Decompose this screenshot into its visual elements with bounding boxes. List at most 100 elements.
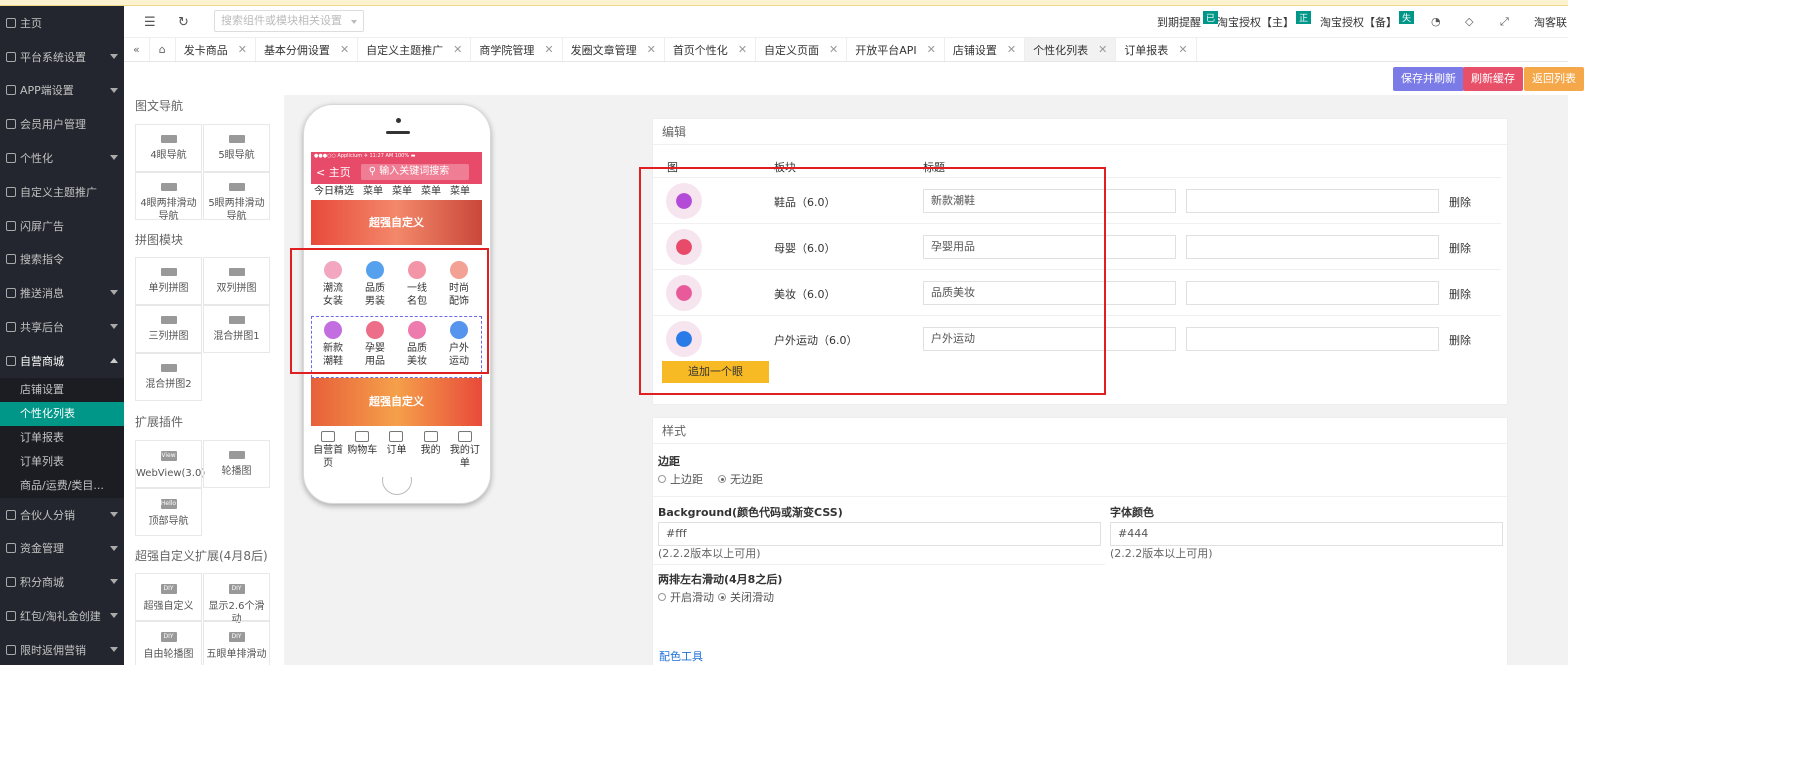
sidebar-item[interactable]: 资金管理 (0, 532, 124, 566)
expire-reminder[interactable]: 到期提醒已 (1157, 11, 1219, 30)
refresh-icon[interactable]: ↻ (178, 15, 189, 30)
phone-tab-item[interactable]: 我的订单 (448, 429, 482, 477)
close-icon[interactable]: ✕ (1098, 43, 1107, 56)
close-icon[interactable]: ✕ (238, 43, 247, 56)
sidebar-item[interactable]: 自定义主题推广 (0, 175, 124, 209)
component-item[interactable]: 双列拼图 (203, 257, 270, 305)
page-tab[interactable]: 自定义主题推广 ✕ (358, 38, 472, 61)
close-icon[interactable]: ✕ (453, 43, 462, 56)
component-item[interactable]: 5眼两排滑动导航 (203, 172, 270, 222)
sidebar-item[interactable]: APP端设置 (0, 74, 124, 108)
component-search-select[interactable]: 搜索组件或模块相关设置 (214, 10, 364, 32)
sidebar-item[interactable]: 共享后台 (0, 310, 124, 344)
menu-toggle-icon[interactable]: ☰ (144, 15, 156, 30)
tabs-scroll-left-icon[interactable]: « (124, 38, 150, 61)
component-item[interactable]: DIY 五眼单排滑动 (203, 621, 270, 665)
sidebar-item[interactable]: 主页 (0, 6, 124, 40)
page-tab[interactable]: 基本分佣设置 ✕ (256, 38, 359, 61)
row-delete-link[interactable]: 删除 (1449, 332, 1471, 348)
row-delete-link[interactable]: 删除 (1449, 194, 1471, 210)
phone-category-item[interactable]: 菜单 (363, 184, 383, 200)
font-color-input[interactable]: #444 (1110, 522, 1503, 546)
page-tab[interactable]: 开放平台API ✕ (847, 38, 945, 61)
home-tab-icon[interactable]: ⌂ (150, 38, 176, 61)
radio-scroll-on[interactable]: 开启滑动 (658, 589, 714, 605)
close-icon[interactable]: ✕ (1178, 43, 1187, 56)
phone-back-link[interactable]: < 主页 (316, 164, 351, 180)
component-item[interactable]: 4眼导航 (135, 124, 202, 172)
phone-category-item[interactable]: 菜单 (392, 184, 412, 200)
theme-icon[interactable]: ◔ (1431, 15, 1441, 28)
phone-search-box[interactable]: ⚲ 输入关键词搜索 (360, 164, 469, 180)
page-tab[interactable]: 店铺设置 ✕ (945, 38, 1026, 61)
sidebar-item[interactable]: 平台系统设置 (0, 40, 124, 74)
component-item[interactable]: 混合拼图1 (203, 305, 270, 353)
sidebar-subitem[interactable]: 店铺设置 (0, 378, 124, 402)
sidebar-subitem[interactable]: 订单报表 (0, 426, 124, 450)
component-item[interactable]: 轮播图 (203, 440, 270, 488)
taobao-auth-main[interactable]: 淘宝授权【主】正 (1217, 11, 1312, 30)
page-tab[interactable]: 自定义页面 ✕ (756, 38, 848, 61)
page-tab[interactable]: 商学院管理 ✕ (471, 38, 563, 61)
phone-category-item[interactable]: 今日精选 (314, 184, 354, 200)
component-item[interactable]: 混合拼图2 (135, 353, 202, 401)
phone-tab-item[interactable]: 订单 (379, 429, 413, 477)
refresh-cache-button[interactable]: 刷新缓存 (1463, 67, 1523, 91)
close-icon[interactable]: ✕ (544, 43, 553, 56)
sidebar-item[interactable]: 积分商城 (0, 565, 124, 599)
phone-banner-top[interactable]: 超强自定义 (311, 200, 482, 245)
component-item[interactable]: View WebView(3.0) (135, 440, 205, 488)
phone-banner-bottom[interactable]: 超强自定义 (311, 378, 482, 426)
back-list-button[interactable]: 返回列表 (1524, 67, 1584, 91)
page-tab[interactable]: 发圈文章管理 ✕ (563, 38, 665, 61)
background-input[interactable]: #fff (658, 522, 1101, 546)
row-extra-input[interactable] (1186, 235, 1439, 259)
component-item[interactable]: DIY 自由轮播图 (135, 621, 202, 665)
close-icon[interactable]: ✕ (1007, 43, 1016, 56)
sidebar-subitem[interactable]: 商品/运费/类目... (0, 474, 124, 498)
page-tab[interactable]: 发卡商品 ✕ (176, 38, 256, 61)
radio-margin-none[interactable]: 无边距 (718, 471, 763, 487)
color-tool-link[interactable]: 配色工具 (659, 648, 703, 664)
close-icon[interactable]: ✕ (927, 43, 936, 56)
component-item[interactable]: DIY 超强自定义 (135, 573, 202, 621)
sidebar-item[interactable]: 合伙人分销 (0, 498, 124, 532)
sidebar-item[interactable]: 搜索指令 (0, 243, 124, 277)
close-icon[interactable]: ✕ (340, 43, 349, 56)
close-icon[interactable]: ✕ (647, 43, 656, 56)
phone-category-item[interactable]: 菜单 (421, 184, 441, 200)
fullscreen-icon[interactable]: ⤢ (1500, 15, 1509, 29)
component-item[interactable]: DIY 显示2.6个滑动 (203, 573, 270, 625)
component-item[interactable]: 单列拼图 (135, 257, 202, 305)
taobao-auth-backup[interactable]: 淘宝授权【备】失 (1320, 11, 1415, 30)
component-item[interactable]: 4眼两排滑动导航 (135, 172, 202, 222)
radio-scroll-off[interactable]: 关闭滑动 (718, 589, 774, 605)
page-tab[interactable]: 个性化列表 ✕ (1025, 38, 1117, 61)
phone-category-item[interactable]: 菜单 (450, 184, 470, 200)
phone-tab-item[interactable]: 我的 (414, 429, 448, 477)
row-delete-link[interactable]: 删除 (1449, 240, 1471, 256)
sidebar-item[interactable]: 限时返佣营销 (0, 633, 124, 665)
close-icon[interactable]: ✕ (738, 43, 747, 56)
sidebar-item[interactable]: 红包/淘礼金创建 (0, 599, 124, 633)
component-item[interactable]: 三列拼图 (135, 305, 202, 353)
row-delete-link[interactable]: 删除 (1449, 286, 1471, 302)
account-name[interactable]: 淘客联 (1534, 14, 1567, 30)
radio-margin-top[interactable]: 上边距 (658, 471, 703, 487)
tag-icon[interactable]: ◇ (1465, 15, 1473, 28)
row-extra-input[interactable] (1186, 327, 1439, 351)
sidebar-item[interactable]: 会员用户管理 (0, 107, 124, 141)
page-tab[interactable]: 订单报表 ✕ (1116, 38, 1197, 61)
save-refresh-button[interactable]: 保存并刷新 (1393, 67, 1464, 91)
sidebar-item[interactable]: 推送消息 (0, 276, 124, 310)
row-extra-input[interactable] (1186, 281, 1439, 305)
phone-tab-item[interactable]: 自营首页 (311, 429, 345, 477)
component-item[interactable]: 5眼导航 (203, 124, 270, 172)
component-item[interactable]: Hello 顶部导航 (135, 488, 202, 536)
sidebar-item[interactable]: 个性化 (0, 141, 124, 175)
sidebar-subitem[interactable]: 个性化列表 (0, 401, 124, 426)
sidebar-subitem[interactable]: 订单列表 (0, 450, 124, 474)
sidebar-item[interactable]: 自营商城 (0, 344, 124, 378)
phone-tab-item[interactable]: 购物车 (345, 429, 379, 477)
page-tab[interactable]: 首页个性化 ✕ (665, 38, 757, 61)
